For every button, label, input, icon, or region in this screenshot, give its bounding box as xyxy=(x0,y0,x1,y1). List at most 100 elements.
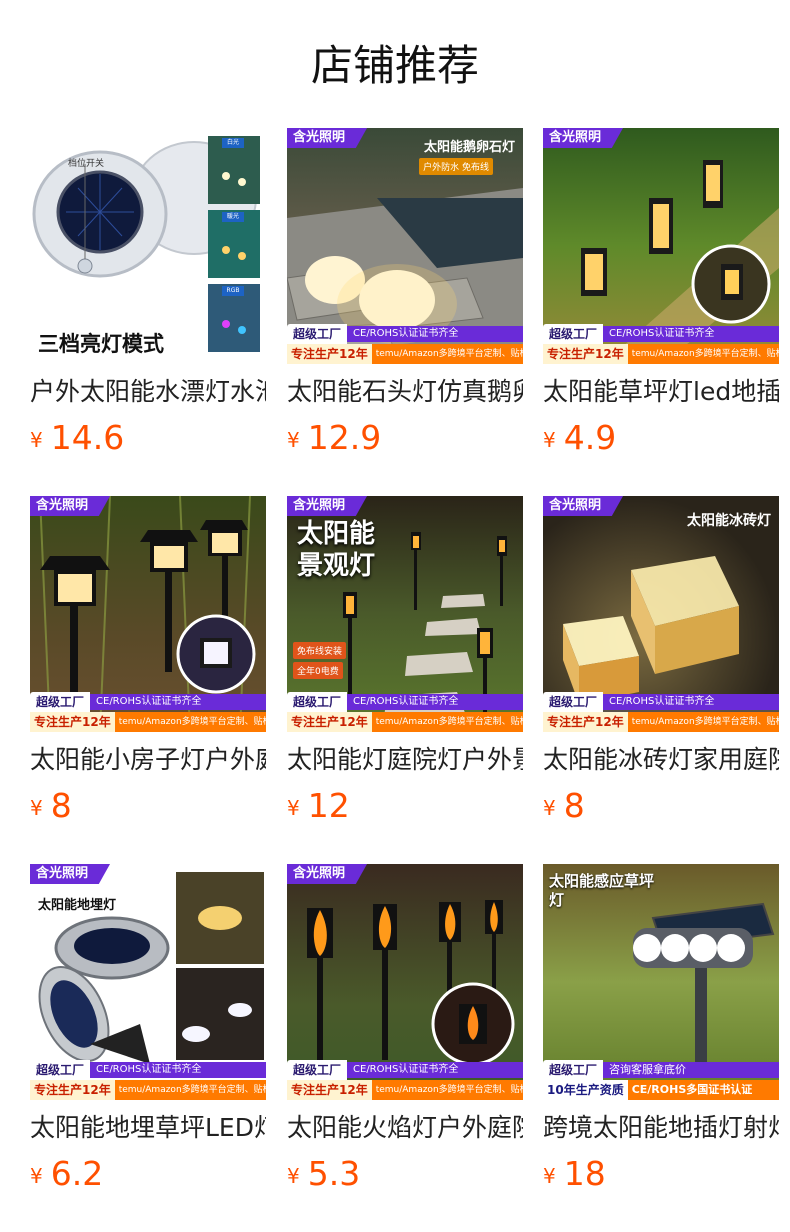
product-price: ¥14.6 xyxy=(30,418,124,462)
brand-tag: 含光照明 xyxy=(287,128,368,148)
platform-strip: 专注生产12年 temu/Amazon多跨境平台定制、贴标 xyxy=(30,712,266,732)
platform-label: temu/Amazon多跨境平台定制、贴标 xyxy=(631,717,779,727)
factory-strip: 超级工厂 CE/ROHS认证证书齐全 xyxy=(30,1060,266,1080)
image-heading: 太阳能感应草坪灯 xyxy=(549,872,655,909)
product-card[interactable]: 含光照明 太阳能冰砖灯 超级工厂 CE/ROHS认证证书齐全 专注生产12年 t… xyxy=(543,496,779,826)
years-label: 专注生产12年 xyxy=(287,344,372,364)
platform-strip: 专注生产12年 temu/Amazon多跨境平台定制、贴标 xyxy=(543,712,779,732)
years-label: 专注生产12年 xyxy=(543,344,628,364)
platform-strip: 专注生产12年 temu/Amazon多跨境平台定制、贴标 xyxy=(30,1080,266,1100)
platform-label: temu/Amazon多跨境平台定制、贴标 xyxy=(118,1085,266,1095)
brand-tag: 含光照明 xyxy=(30,864,111,884)
price-value: 6.2 xyxy=(50,1154,104,1193)
currency-symbol: ¥ xyxy=(30,428,43,452)
price-value: 8 xyxy=(563,786,585,825)
chip-white: 白光 xyxy=(208,136,258,202)
feature-badge: 全年0电费 xyxy=(293,662,343,679)
product-name[interactable]: 太阳能草坪灯led地插灯 xyxy=(543,372,779,412)
product-name[interactable]: 太阳能灯庭院灯户外景观灯 xyxy=(287,740,523,780)
platform-strip: 10年生产资质 CE/ROHS多国证书认证 xyxy=(543,1080,779,1100)
product-name[interactable]: 太阳能火焰灯户外庭院灯 xyxy=(287,1108,523,1148)
platform-label: temu/Amazon多跨境平台定制、贴标 xyxy=(118,717,266,727)
product-price: ¥8 xyxy=(30,786,72,830)
product-image[interactable]: 含光照明 太阳能景观灯 免布线安装 全年0电费 超级工厂 CE/ROHS认证证书… xyxy=(287,496,523,732)
product-price: ¥12 xyxy=(287,786,350,830)
product-price: ¥5.3 xyxy=(287,1154,360,1198)
product-image[interactable]: 含光照明 太阳能地埋灯 超级工厂 CE/ROHS认证证书齐全 专注生产12年 t… xyxy=(30,864,266,1100)
price-value: 14.6 xyxy=(50,418,125,457)
factory-strip: 超级工厂 CE/ROHS认证证书齐全 xyxy=(543,324,779,344)
product-price: ¥18 xyxy=(543,1154,606,1198)
cert-label: CE/ROHS多国证书认证 xyxy=(631,1083,753,1096)
chip-warm: 暖光 xyxy=(208,210,258,276)
years-label: 专注生产12年 xyxy=(30,712,115,732)
cert-label: CE/ROHS认证证书齐全 xyxy=(347,1062,523,1078)
service-label: 咨询客服拿底价 xyxy=(603,1062,779,1078)
currency-symbol: ¥ xyxy=(287,1164,300,1188)
cert-label: CE/ROHS认证证书齐全 xyxy=(603,694,779,710)
years-label: 专注生产12年 xyxy=(287,712,372,732)
product-image[interactable]: 含光照明 超级工厂 CE/ROHS认证证书齐全 专注生产12年 temu/Ama… xyxy=(287,864,523,1100)
product-image[interactable]: 含光照明 太阳能鹅卵石灯 户外防水 免布线 超级工厂 CE/ROHS认证证书齐全… xyxy=(287,128,523,364)
price-value: 8 xyxy=(50,786,72,825)
cert-label: CE/ROHS认证证书齐全 xyxy=(603,326,779,342)
product-card[interactable]: 含光照明 太阳能景观灯 免布线安装 全年0电费 超级工厂 CE/ROHS认证证书… xyxy=(287,496,523,826)
currency-symbol: ¥ xyxy=(543,428,556,452)
product-card[interactable]: 含光照明 超级工厂 CE/ROHS认证证书齐全 专注生产12年 temu/Ama… xyxy=(543,128,779,458)
price-value: 12.9 xyxy=(307,418,382,457)
years-label: 10年生产资质 xyxy=(543,1080,628,1100)
currency-symbol: ¥ xyxy=(287,428,300,452)
product-price: ¥12.9 xyxy=(287,418,381,462)
product-image[interactable]: 含光照明 超级工厂 CE/ROHS认证证书齐全 专注生产12年 temu/Ama… xyxy=(30,496,266,732)
product-name[interactable]: 太阳能石头灯仿真鹅卵石灯 xyxy=(287,372,523,412)
product-image[interactable]: 档位开关 白光 暖光 RGB 三档亮灯模式 xyxy=(30,128,266,364)
product-image[interactable]: 含光照明 超级工厂 CE/ROHS认证证书齐全 专注生产12年 temu/Ama… xyxy=(543,128,779,364)
product-image[interactable]: 太阳能感应草坪灯 超级工厂 咨询客服拿底价 10年生产资质 CE/ROHS多国证… xyxy=(543,864,779,1100)
product-name[interactable]: 太阳能地埋草坪LED灯 xyxy=(30,1108,266,1148)
factory-label: 超级工厂 xyxy=(543,692,604,712)
years-label: 专注生产12年 xyxy=(30,1080,115,1100)
switch-label: 档位开关 xyxy=(68,159,105,169)
years-label: 专注生产12年 xyxy=(543,712,628,732)
cert-label: CE/ROHS认证证书齐全 xyxy=(90,694,266,710)
brand-tag: 含光照明 xyxy=(287,496,368,516)
image-heading: 太阳能地埋灯 xyxy=(38,898,117,913)
factory-strip: 超级工厂 CE/ROHS认证证书齐全 xyxy=(30,692,266,712)
platform-label: temu/Amazon多跨境平台定制、贴标 xyxy=(375,717,523,727)
platform-label: temu/Amazon多跨境平台定制、贴标 xyxy=(375,349,523,359)
factory-label: 超级工厂 xyxy=(287,692,348,712)
cert-label: CE/ROHS认证证书齐全 xyxy=(347,694,523,710)
currency-symbol: ¥ xyxy=(30,796,43,820)
feature-badge: 免布线安装 xyxy=(293,642,347,659)
brand-tag: 含光照明 xyxy=(287,864,368,884)
factory-label: 超级工厂 xyxy=(30,692,91,712)
mode-label: 三档亮灯模式 xyxy=(38,332,164,356)
cert-label: CE/ROHS认证证书齐全 xyxy=(90,1062,266,1078)
product-card[interactable]: 含光照明 超级工厂 CE/ROHS认证证书齐全 专注生产12年 temu/Ama… xyxy=(287,864,523,1194)
brand-tag: 含光照明 xyxy=(30,496,111,516)
product-card[interactable]: 含光照明 太阳能地埋灯 超级工厂 CE/ROHS认证证书齐全 专注生产12年 t… xyxy=(30,864,266,1194)
currency-symbol: ¥ xyxy=(287,796,300,820)
price-value: 4.9 xyxy=(563,418,617,457)
image-heading: 太阳能冰砖灯 xyxy=(687,513,771,529)
price-value: 5.3 xyxy=(307,1154,361,1193)
product-name[interactable]: 太阳能小房子灯户外庭院灯 xyxy=(30,740,266,780)
product-name[interactable]: 户外太阳能水漂灯水池灯 xyxy=(30,372,266,412)
brand-tag: 含光照明 xyxy=(543,128,624,148)
product-price: ¥8 xyxy=(543,786,585,830)
image-subheading: 户外防水 免布线 xyxy=(419,158,493,175)
factory-label: 超级工厂 xyxy=(543,1060,604,1080)
product-name[interactable]: 太阳能冰砖灯家用庭院灯 xyxy=(543,740,779,780)
platform-label: temu/Amazon多跨境平台定制、贴标 xyxy=(375,1085,523,1095)
product-card[interactable]: 档位开关 白光 暖光 RGB 三档亮灯模式 户外太阳能水漂灯水池灯 ¥14.6 xyxy=(30,128,266,458)
years-label: 专注生产12年 xyxy=(287,1080,372,1100)
product-image[interactable]: 含光照明 太阳能冰砖灯 超级工厂 CE/ROHS认证证书齐全 专注生产12年 t… xyxy=(543,496,779,732)
factory-strip: 超级工厂 CE/ROHS认证证书齐全 xyxy=(287,692,523,712)
product-card[interactable]: 太阳能感应草坪灯 超级工厂 咨询客服拿底价 10年生产资质 CE/ROHS多国证… xyxy=(543,864,779,1194)
product-card[interactable]: 含光照明 超级工厂 CE/ROHS认证证书齐全 专注生产12年 temu/Ama… xyxy=(30,496,266,826)
product-card[interactable]: 含光照明 太阳能鹅卵石灯 户外防水 免布线 超级工厂 CE/ROHS认证证书齐全… xyxy=(287,128,523,458)
price-value: 12 xyxy=(307,786,350,825)
product-name[interactable]: 跨境太阳能地插灯射灯 xyxy=(543,1108,779,1148)
product-price: ¥4.9 xyxy=(543,418,616,462)
platform-strip: 专注生产12年 temu/Amazon多跨境平台定制、贴标 xyxy=(287,1080,523,1100)
